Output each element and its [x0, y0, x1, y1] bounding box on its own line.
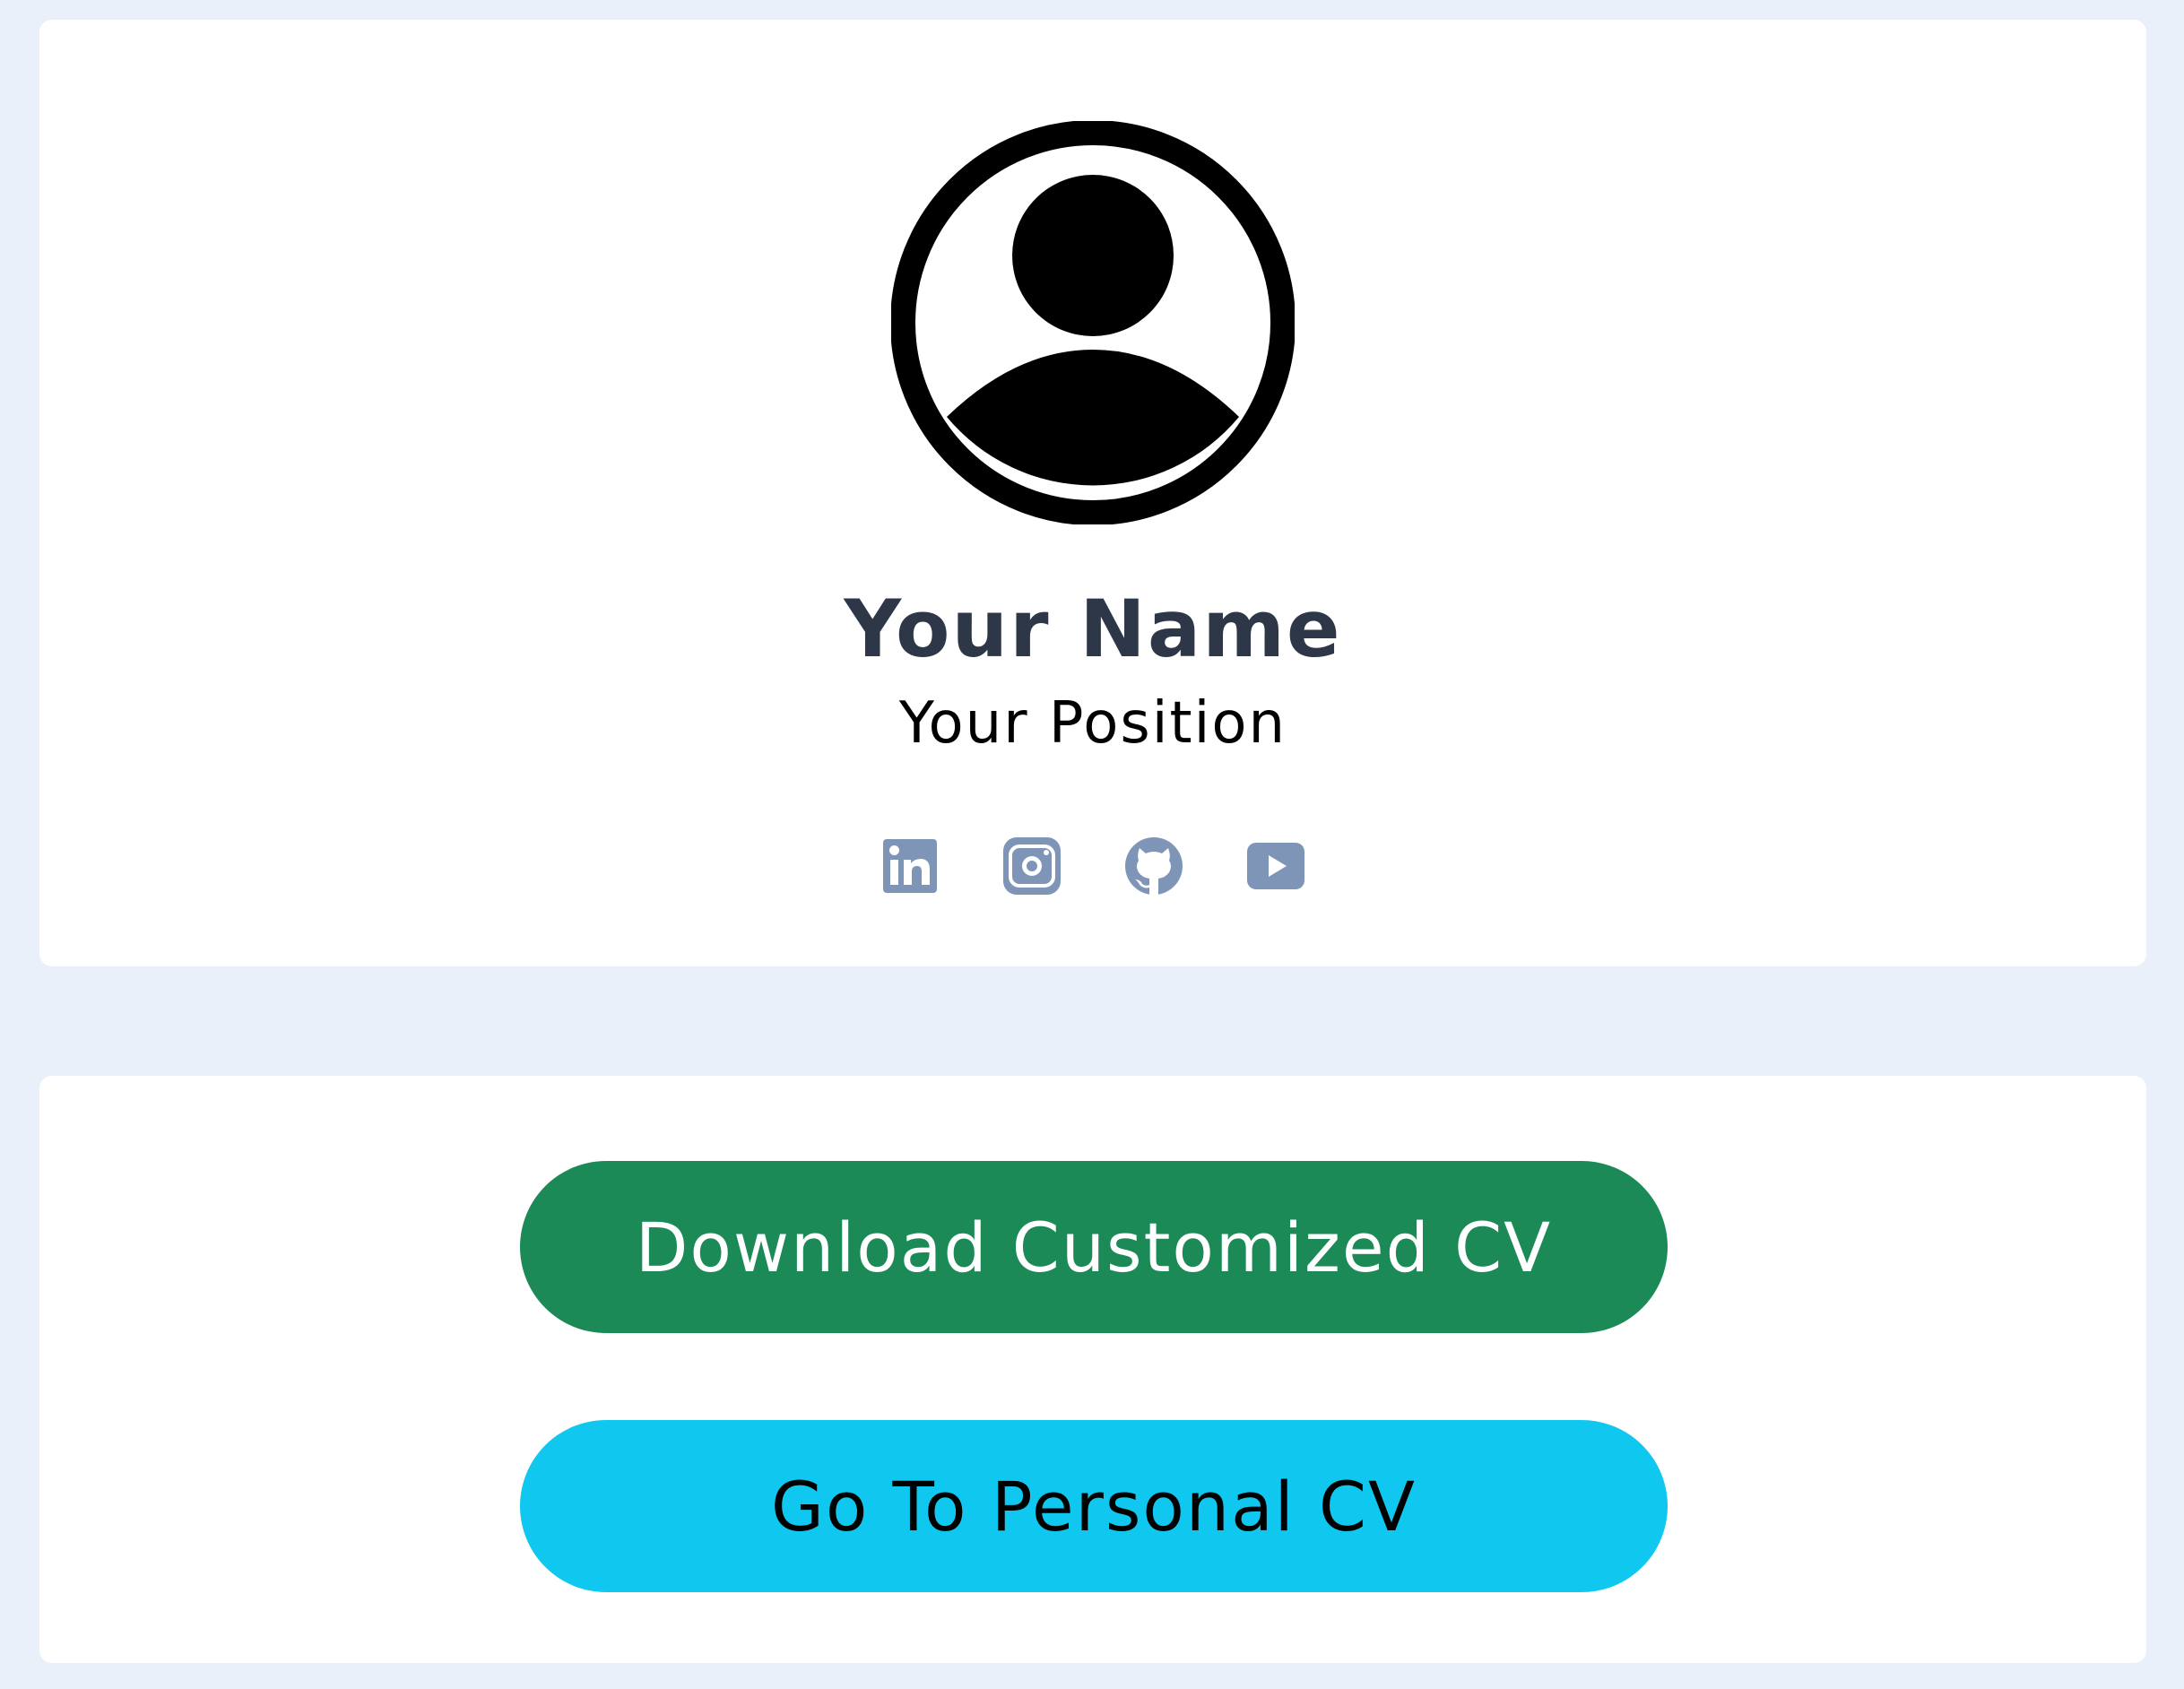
social-links — [39, 836, 2146, 896]
avatar-icon — [891, 121, 1295, 524]
profile-name: Your Name — [844, 583, 1342, 675]
download-customized-cv-button[interactable]: Download Customized CV — [520, 1161, 1668, 1333]
instagram-icon[interactable] — [1002, 836, 1062, 896]
actions-card: Download Customized CV Go To Personal CV — [39, 1076, 2146, 1663]
profile-position: Your Position — [898, 690, 1287, 757]
go-to-personal-cv-button[interactable]: Go To Personal CV — [520, 1420, 1668, 1592]
linkedin-icon[interactable] — [880, 836, 940, 896]
github-icon[interactable] — [1124, 836, 1183, 896]
profile-card: Your Name Your Position — [39, 20, 2146, 966]
youtube-icon[interactable] — [1246, 836, 1305, 896]
